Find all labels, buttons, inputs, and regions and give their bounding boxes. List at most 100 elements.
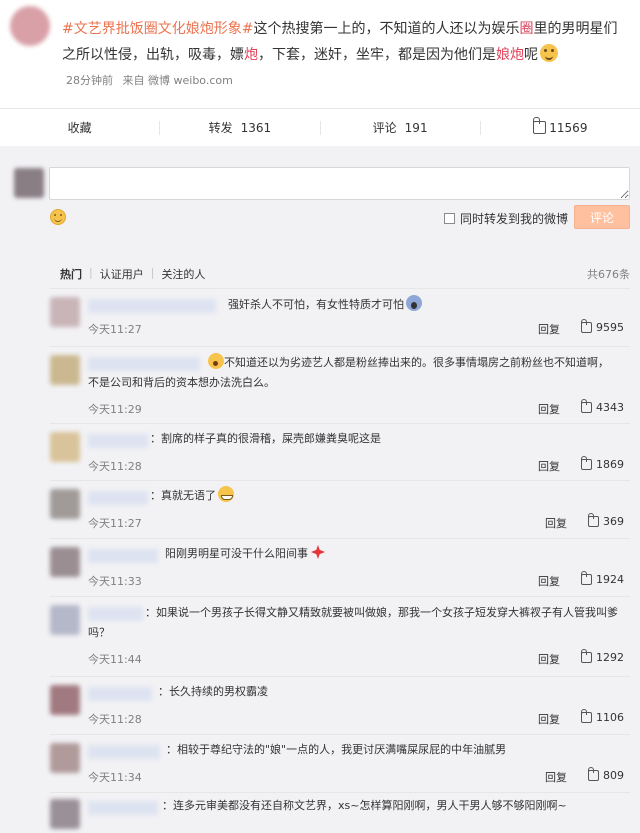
comment-label: 评论 [372, 121, 397, 135]
thumbs-up-icon [533, 117, 547, 134]
comment-body: 相较于尊纪守法的"娘"一点的人，我更讨厌满嘴屎尿屁的中年油腻男 [177, 743, 507, 756]
commenter-name[interactable] [88, 687, 152, 701]
comment-text: ：长久持续的男权霸凌 [158, 685, 268, 698]
repost-count: 1361 [240, 120, 272, 135]
commenter-name[interactable] [88, 299, 216, 313]
commenter-avatar[interactable] [50, 685, 80, 715]
comment-like-button[interactable]: 809 [588, 767, 624, 782]
thumbs-up-icon [581, 709, 592, 723]
comment-body: 不知道还以为劣迹艺人都是粉丝捧出来的。很多事情塌房之前粉丝也不知道啊，不是公司和… [88, 356, 609, 389]
comment-item: ：真就无语了 今天11:27 回复 369 [50, 480, 630, 534]
like-count: 9595 [596, 321, 624, 334]
author-avatar[interactable] [10, 6, 50, 46]
forward-option[interactable]: 同时转发到我的微博 [444, 210, 568, 227]
post-time[interactable]: 28分钟前 [66, 74, 113, 87]
like-count: 11569 [549, 120, 588, 135]
post-highlight: 娘炮 [496, 47, 524, 63]
commenter-avatar[interactable] [50, 297, 80, 327]
comment-total: 共676条 [587, 268, 630, 281]
commenter-avatar[interactable] [50, 743, 80, 773]
repost-button[interactable]: 转发 1361 [159, 120, 319, 135]
comment-item: ：割席的样子真的很滑稽，屎壳郎嫌粪臭呢这是 今天11:28 回复 1869 [50, 423, 630, 477]
comment-item: ：相较于尊纪守法的"娘"一点的人，我更讨厌满嘴屎尿屁的中年油腻男 今天11:34… [50, 734, 630, 788]
comment-body: 强奸杀人不可怕，有女性特质才可怕 [228, 298, 404, 311]
tab-divider: | [89, 266, 93, 279]
comment-body: 真就无语了 [161, 489, 216, 502]
action-bar: 收藏 转发 1361 评论 191 11569 [0, 108, 640, 146]
comment-item: ：如果说一个男孩子长得文静又精致就要被叫做娘，那我一个女孩子短发穿大裤衩子有人管… [50, 596, 630, 674]
comment-like-button[interactable]: 1924 [581, 571, 624, 586]
comment-body: 割席的样子真的很滑稽，屎壳郎嫌粪臭呢这是 [161, 432, 381, 445]
comment-like-button[interactable]: 1292 [581, 649, 624, 664]
comment-like-button[interactable]: 4343 [581, 399, 624, 414]
reply-button[interactable]: 回复 [538, 458, 560, 474]
reply-button[interactable]: 回复 [538, 401, 560, 417]
repost-label: 转发 [208, 121, 233, 135]
comment-section: 同时转发到我的微博 评论 热门 | 认证用户 | 关注的人 共676条 强奸杀人… [0, 146, 640, 833]
shocked-face-icon [208, 353, 224, 369]
reply-button[interactable]: 回复 [538, 573, 560, 589]
thumbs-up-icon [588, 767, 599, 781]
commenter-name[interactable] [88, 801, 158, 815]
commenter-avatar[interactable] [50, 355, 80, 385]
reply-button[interactable]: 回复 [545, 515, 567, 531]
like-count: 809 [603, 769, 624, 782]
forward-label: 同时转发到我的微博 [460, 212, 569, 226]
commenter-avatar[interactable] [50, 489, 80, 519]
scream-face-icon [406, 295, 422, 311]
comment-item: 不知道还以为劣迹艺人都是粉丝捧出来的。很多事情塌房之前粉丝也不知道啊，不是公司和… [50, 346, 630, 420]
comment-body: 阳刚男明星可没干什么阳间事 [165, 547, 308, 560]
commenter-name[interactable] [88, 491, 148, 505]
collect-button[interactable]: 收藏 [0, 119, 159, 136]
reply-button[interactable]: 回复 [545, 769, 567, 785]
submit-comment-button[interactable]: 评论 [574, 205, 630, 229]
comment-like-button[interactable]: 1106 [581, 709, 624, 724]
post-source[interactable]: 来自 微博 weibo.com [123, 74, 233, 87]
comment-item: ：连多元审美都没有还自称文艺界，xs~怎样算阳刚啊，男人干男人够不够阳刚啊~ [50, 792, 630, 833]
comment-text: ：如果说一个男孩子长得文静又精致就要被叫做娘，那我一个女孩子短发穿大裤衩子有人管… [88, 606, 618, 639]
tab-hot[interactable]: 热门 [60, 266, 82, 282]
tab-divider: | [150, 266, 155, 279]
commenter-avatar[interactable] [50, 547, 80, 577]
comment-time: 今天11:27 [88, 323, 142, 336]
comment-like-button[interactable]: 369 [588, 513, 624, 528]
post-text-part: 呢 [524, 47, 538, 63]
tab-verified[interactable]: 认证用户 [100, 266, 144, 282]
commenter-name[interactable] [88, 745, 160, 759]
weibo-post: #文艺界批饭圈文化娘炮形象#这个热搜第一上的，不知道的人还以为娱乐圈里的男明星们… [0, 0, 640, 146]
reply-button[interactable]: 回复 [538, 321, 560, 337]
comment-text: 不知道还以为劣迹艺人都是粉丝捧出来的。很多事情塌房之前粉丝也不知道啊，不是公司和… [88, 353, 618, 393]
tab-following[interactable]: 关注的人 [161, 266, 205, 282]
anger-symbol-icon [310, 544, 326, 560]
commenter-name[interactable] [88, 434, 148, 448]
post-text-part: 这个热搜第一上的，不知道的人还以为娱乐 [253, 21, 520, 37]
emoji-picker-icon[interactable] [50, 209, 66, 225]
comment-count: 191 [404, 120, 428, 135]
comment-body: 如果说一个男孩子长得文静又精致就要被叫做娘，那我一个女孩子短发穿大裤衩子有人管我… [88, 606, 618, 639]
like-count: 1292 [596, 651, 624, 664]
comment-like-button[interactable]: 1869 [581, 456, 624, 471]
like-count: 1106 [596, 711, 624, 724]
like-count: 4343 [596, 401, 624, 414]
thumbs-up-icon [588, 513, 599, 527]
reply-button[interactable]: 回复 [538, 711, 560, 727]
topic-link[interactable]: #文艺界批饭圈文化娘炮形象# [62, 21, 253, 37]
post-meta: 28分钟前 来自 微博 weibo.com [66, 72, 239, 88]
like-count: 1869 [596, 458, 624, 471]
commenter-name[interactable] [88, 549, 158, 563]
comment-text: ：割席的样子真的很滑稽，屎壳郎嫌粪臭呢这是 [150, 432, 381, 445]
comment-text: ：连多元审美都没有还自称文艺界，xs~怎样算阳刚啊，男人干男人够不够阳刚啊~ [162, 799, 567, 812]
comment-like-button[interactable]: 9595 [581, 319, 624, 334]
commenter-avatar[interactable] [50, 605, 80, 635]
commenter-avatar[interactable] [50, 799, 80, 829]
like-button[interactable]: 11569 [479, 117, 640, 135]
forward-checkbox[interactable] [444, 213, 455, 224]
comment-body: 长久持续的男权霸凌 [169, 685, 268, 698]
comment-item: 阳刚男明星可没干什么阳间事 今天11:33 回复 1924 [50, 538, 630, 592]
comment-text: ：真就无语了 [150, 486, 234, 506]
comment-input[interactable] [49, 167, 630, 200]
comment-time: 今天11:33 [88, 575, 142, 588]
commenter-avatar[interactable] [50, 432, 80, 462]
reply-button[interactable]: 回复 [538, 651, 560, 667]
comment-button[interactable]: 评论 191 [319, 120, 480, 135]
